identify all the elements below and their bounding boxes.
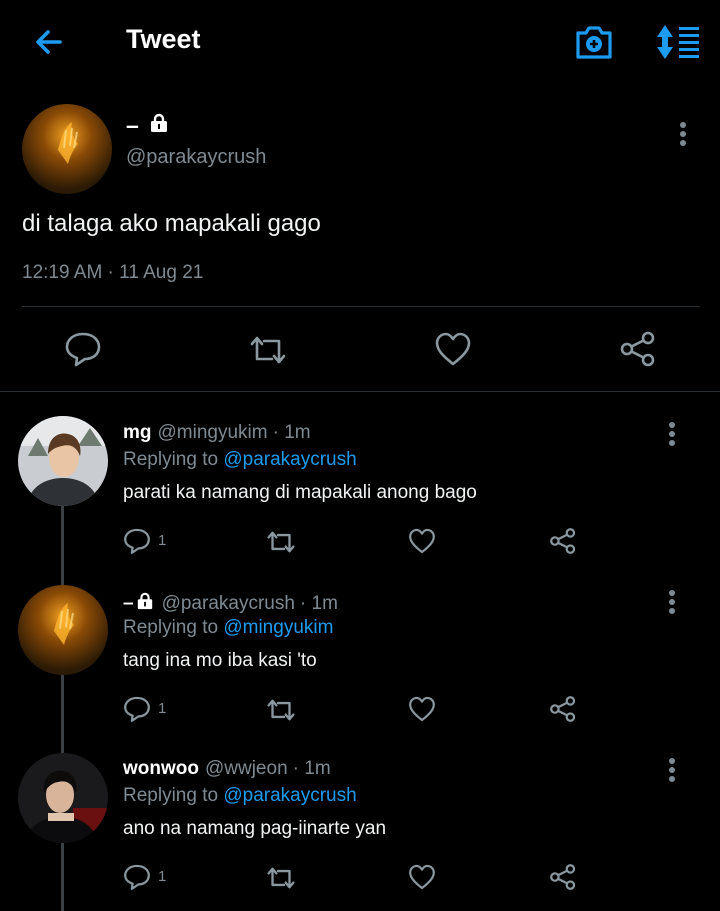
- replying-to: Replying to @parakaycrush: [123, 785, 357, 807]
- share-icon[interactable]: [548, 863, 578, 896]
- author-name-text: –: [126, 112, 139, 138]
- like-icon[interactable]: [407, 695, 437, 728]
- reply-icon[interactable]: [122, 863, 152, 896]
- retweet-icon[interactable]: [264, 696, 298, 729]
- reply-time: · 1m: [299, 593, 338, 614]
- reply-header: – @parakaycrush · 1m: [123, 592, 338, 616]
- reply-count: 1: [158, 532, 167, 549]
- reply-count: 1: [158, 868, 167, 885]
- sort-icon[interactable]: [653, 22, 701, 62]
- like-icon[interactable]: [433, 330, 473, 373]
- author-handle[interactable]: @wwjeon: [205, 758, 288, 780]
- retweet-icon[interactable]: [246, 332, 290, 373]
- reply-time: · 1m: [292, 758, 331, 779]
- tweet-timestamp: 12:19 AM · 11 Aug 21: [22, 262, 204, 283]
- like-icon[interactable]: [407, 527, 437, 560]
- reply-icon[interactable]: [122, 695, 152, 728]
- reply-icon[interactable]: [122, 527, 152, 560]
- avatar[interactable]: [18, 753, 108, 843]
- reply-time: · 1m: [272, 422, 311, 443]
- reply-header: mg @mingyukim · 1m: [123, 422, 311, 444]
- replying-to-label: Replying to: [123, 785, 219, 806]
- top-bar: Tweet: [0, 0, 720, 84]
- reply-header: wonwoo @wwjeon · 1m: [123, 758, 331, 780]
- replying-to: Replying to @parakaycrush: [123, 449, 357, 471]
- replying-to-link[interactable]: @parakaycrush: [223, 785, 356, 806]
- avatar[interactable]: [18, 585, 108, 675]
- more-options-icon[interactable]: [662, 756, 682, 786]
- reply-count: 1: [158, 700, 167, 717]
- thread-line: [61, 505, 64, 585]
- divider: [0, 391, 720, 392]
- share-icon[interactable]: [548, 695, 578, 728]
- lock-icon: [136, 592, 154, 616]
- more-options-icon[interactable]: [673, 120, 693, 150]
- camera-plus-icon[interactable]: [573, 22, 615, 62]
- retweet-icon[interactable]: [264, 864, 298, 897]
- reply-icon[interactable]: [63, 330, 103, 373]
- avatar[interactable]: [22, 104, 112, 194]
- author-name[interactable]: wonwoo: [123, 758, 199, 780]
- author-handle[interactable]: @parakaycrush: [126, 146, 266, 169]
- more-options-icon[interactable]: [662, 588, 682, 618]
- more-options-icon[interactable]: [662, 420, 682, 450]
- author-name[interactable]: mg: [123, 422, 152, 444]
- thread-line: [61, 842, 64, 911]
- author-handle[interactable]: @mingyukim: [158, 422, 268, 444]
- author-name[interactable]: –: [123, 593, 134, 615]
- page-title: Tweet: [126, 24, 201, 54]
- replying-to-label: Replying to: [123, 449, 219, 470]
- replying-to-link[interactable]: @mingyukim: [223, 617, 333, 638]
- reply-text: ano na namang pag-iinarte yan: [123, 818, 387, 839]
- tweet-text: di talaga ako mapakali gago: [22, 210, 321, 237]
- share-icon[interactable]: [618, 330, 658, 373]
- replying-to-link[interactable]: @parakaycrush: [223, 449, 356, 470]
- author-name[interactable]: –: [126, 112, 169, 139]
- replying-to-label: Replying to: [123, 617, 219, 638]
- reply-text: parati ka namang di mapakali anong bago: [123, 482, 477, 503]
- thread-line: [61, 673, 64, 753]
- lock-icon: [149, 112, 169, 139]
- divider: [22, 306, 700, 307]
- back-arrow-icon[interactable]: [30, 22, 70, 62]
- avatar[interactable]: [18, 416, 108, 506]
- author-handle[interactable]: @parakaycrush: [162, 593, 295, 615]
- replying-to: Replying to @mingyukim: [123, 617, 333, 639]
- retweet-icon[interactable]: [264, 528, 298, 561]
- reply-text: tang ina mo iba kasi 'to: [123, 650, 317, 671]
- share-icon[interactable]: [548, 527, 578, 560]
- like-icon[interactable]: [407, 863, 437, 896]
